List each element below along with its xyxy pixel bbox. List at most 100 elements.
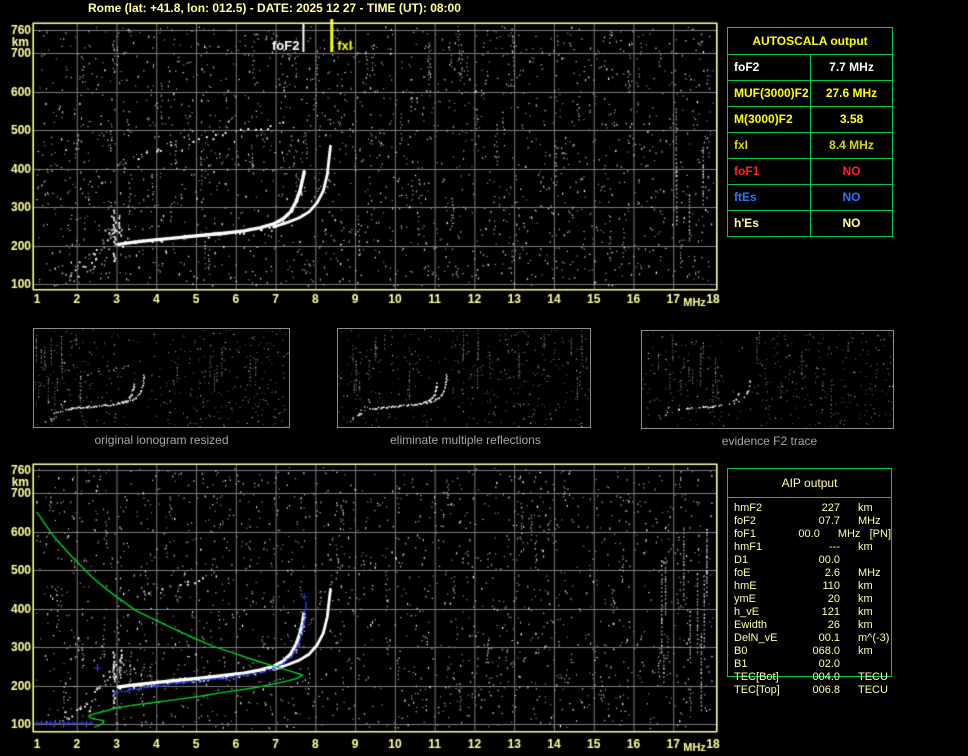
aip-row-foF2: foF2 07.7 MHz — [728, 515, 891, 528]
aip-row-ymE: ymE 20 km — [728, 593, 891, 606]
aip-row-TEC[Bot]: TEC[Bot] 004.0 TECU — [728, 671, 891, 684]
aip-row-foF1: foF1 00.0 MHz [PN] — [728, 528, 891, 541]
aip-row-label: foF2 — [734, 515, 757, 527]
autoscala-table-rows: foF2 7.7 MHz MUF(3000)F2 27.6 MHz M(3000)F2 3… — [728, 55, 892, 236]
station-date-time-title: Rome (lat: +41.8, lon: 012.5) - DATE: 20… — [88, 1, 461, 15]
autoscala-row-fxI: fxI 8.4 MHz — [728, 133, 892, 159]
aip-row-hmF2: hmF2 227 km — [728, 502, 891, 515]
aip-row-value: 068.0 — [812, 645, 840, 657]
aip-row-label: hmF1 — [734, 541, 763, 553]
aip-row-value: 26 — [827, 619, 840, 631]
autoscala-row-foF1: foF1 NO — [728, 159, 892, 185]
aip-row-D1: D1 00.0 — [728, 554, 891, 567]
autoscala-row-MUF(3000)F2: MUF(3000)F2 27.6 MHz — [728, 81, 892, 107]
thumbnail-original-ionogram: original ionogram resized — [33, 328, 290, 447]
aip-row-unit: km — [858, 580, 873, 592]
autoscala-row-value: NO — [842, 216, 861, 230]
aip-row-unit: m^(-3) — [858, 632, 890, 644]
aip-row-value: 2.6 — [824, 567, 840, 579]
aip-row-h_vE: h_vE 121 km — [728, 606, 891, 619]
thumbnail-original-ionogram-image — [33, 328, 290, 428]
aip-row-label: foF1 — [734, 528, 757, 540]
aip-row-value: 20 — [827, 593, 840, 605]
aip-row-unit: km — [858, 541, 873, 553]
autoscala-row-value: NO — [842, 190, 861, 204]
aip-row-label: hmF2 — [734, 502, 763, 514]
thumbnail-caption-eliminate: eliminate multiple reflections — [390, 433, 541, 447]
autoscala-row-ftEs: ftEs NO — [728, 185, 892, 211]
autoscala-row-label: M(3000)F2 — [728, 107, 811, 132]
autoscala-row-foF2: foF2 7.7 MHz — [728, 55, 892, 81]
autoscala-row-label: MUF(3000)F2 — [728, 81, 811, 106]
aip-row-unit: TECU — [858, 671, 888, 683]
thumbnail-eliminate-reflections: eliminate multiple reflections — [337, 328, 594, 447]
aip-row-unit: MHz — [858, 567, 881, 579]
autoscala-row-h'Es: h'Es NO — [728, 211, 892, 236]
aip-row-unit — [840, 658, 858, 671]
aip-row-B1: B1 02.0 — [728, 658, 891, 671]
aip-row-value: --- — [829, 541, 840, 553]
aip-row-unit: km — [858, 645, 873, 657]
aip-row-unit: km — [858, 619, 873, 631]
aip-row-label: B1 — [734, 658, 748, 670]
bottom-ionogram-canvas — [0, 456, 740, 756]
aip-row-label: hmE — [734, 580, 757, 592]
aip-row-TEC[Top]: TEC[Top] 006.8 TECU — [728, 684, 891, 697]
aip-row-value: 004.0 — [812, 671, 840, 683]
aip-row-label: TEC[Top] — [734, 684, 780, 696]
autoscala-table-header: AUTOSCALA output — [728, 28, 892, 55]
autoscala-output-table: AUTOSCALA output foF2 7.7 MHz MUF(3000)F2 2… — [727, 27, 893, 237]
top-ionogram-canvas — [0, 16, 740, 312]
aip-table-header: AIP output — [728, 469, 891, 498]
aip-output-table: AIP output hmF2 227 km foF2 07.7 MHz foF1 00.0 M… — [727, 468, 892, 696]
aip-row-value: 227 — [821, 502, 840, 514]
aip-row-label: ymE — [734, 593, 756, 605]
autoscala-row-label: foF1 — [728, 159, 811, 184]
aip-row-unit: MHz — [858, 515, 881, 527]
aip-row-unit: TECU — [858, 684, 888, 696]
aip-row-DelN_vE: DelN_vE 00.1 m^(-3) — [728, 632, 891, 645]
thumbnail-caption-original: original ionogram resized — [94, 433, 229, 447]
aip-row-value: 121 — [821, 606, 840, 618]
aip-row-value: 00.0 — [818, 554, 840, 566]
autoscala-row-value: 27.6 MHz — [825, 86, 878, 100]
aip-row-unit: MHz [PN] — [837, 528, 891, 540]
aip-row-value: 07.7 — [818, 515, 840, 527]
aip-row-label: DelN_vE — [734, 632, 778, 644]
autoscala-row-label: h'Es — [728, 211, 811, 236]
autoscala-row-label: fxI — [728, 133, 811, 158]
aip-row-value: 110 — [822, 580, 840, 592]
aip-row-value: 00.1 — [818, 632, 840, 644]
aip-row-label: Ewidth — [734, 619, 768, 631]
thumbnail-eliminate-reflections-image — [337, 328, 591, 428]
aip-row-label: D1 — [734, 554, 749, 566]
aip-row-label: h_vE — [734, 606, 760, 618]
autoscala-row-label: foF2 — [728, 55, 811, 80]
autoscala-row-M(3000)F2: M(3000)F2 3.58 — [728, 107, 892, 133]
thumbnail-evidence-f2-image — [641, 330, 894, 429]
aip-table-rows: hmF2 227 km foF2 07.7 MHz foF1 00.0 MHz [PN] hmF1… — [728, 498, 891, 697]
aip-row-label: TEC[Bot] — [734, 671, 779, 683]
aip-row-unit — [840, 554, 858, 567]
autoscala-row-value: NO — [842, 164, 861, 178]
aip-row-unit: km — [858, 606, 873, 618]
thumbnail-evidence-f2: evidence F2 trace — [641, 330, 898, 448]
aip-row-B0: B0 068.0 km — [728, 645, 891, 658]
autoscala-row-value: 8.4 MHz — [829, 138, 874, 152]
thumbnail-caption-evidence: evidence F2 trace — [721, 434, 818, 448]
autoscala-row-value: 3.58 — [839, 112, 864, 126]
aip-row-value: 02.0 — [818, 658, 840, 670]
aip-row-hmF1: hmF1 --- km — [728, 541, 891, 554]
autoscala-row-label: ftEs — [728, 185, 811, 210]
aip-row-foE: foE 2.6 MHz — [728, 567, 891, 580]
aip-row-value: 00.0 — [798, 528, 820, 540]
autoscala-screen: { "title": "Rome (lat: +41.8, lon: 012.5… — [0, 0, 968, 756]
autoscala-row-value: 7.7 MHz — [829, 60, 874, 74]
aip-row-Ewidth: Ewidth 26 km — [728, 619, 891, 632]
aip-row-unit: km — [858, 593, 873, 605]
aip-row-value: 006.8 — [812, 684, 840, 696]
aip-row-unit: km — [858, 502, 873, 514]
aip-row-label: foE — [734, 567, 751, 579]
aip-row-label: B0 — [734, 645, 748, 657]
aip-row-hmE: hmE 110 km — [728, 580, 891, 593]
